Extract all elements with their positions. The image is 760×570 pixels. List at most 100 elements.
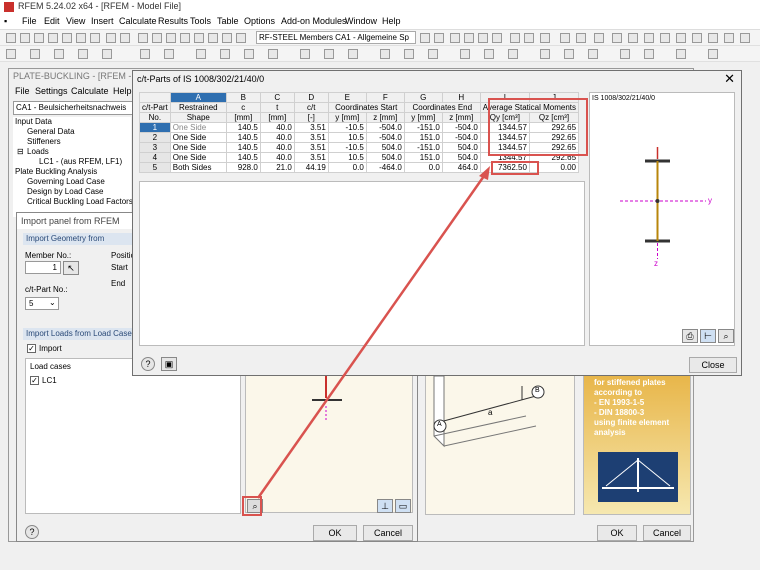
save-icon[interactable] — [34, 33, 44, 43]
wire-icon[interactable] — [524, 33, 534, 43]
cell-shape[interactable]: One Side — [169, 122, 227, 133]
render-icon[interactable] — [510, 33, 520, 43]
graphic-axes-icon[interactable]: ⊢ — [700, 329, 716, 343]
mirror-icon[interactable] — [380, 49, 390, 59]
results-icon[interactable] — [208, 33, 218, 43]
module-combo[interactable]: RF-STEEL Members CA1 - Allgemeine Sp — [256, 31, 416, 44]
row-number[interactable]: 2 — [139, 132, 171, 143]
nav-critical-buckling-load-factors[interactable]: Critical Buckling Load Factors — [27, 197, 133, 206]
menu-add-on-modules[interactable]: Add-on Modules — [281, 16, 347, 26]
measure-icon[interactable] — [460, 49, 470, 59]
select-icon[interactable] — [152, 33, 162, 43]
display-icon[interactable] — [464, 33, 474, 43]
support-tool-icon[interactable] — [78, 49, 88, 59]
cell-shape[interactable]: One Side — [169, 152, 227, 163]
filter-icon[interactable] — [492, 33, 502, 43]
mesh-icon[interactable] — [324, 49, 334, 59]
line-tool-icon[interactable] — [30, 49, 40, 59]
section-icon[interactable] — [540, 33, 550, 43]
nav-plate-buckling-analysis[interactable]: Plate Buckling Analysis — [15, 167, 97, 176]
copy-move-icon[interactable] — [404, 49, 414, 59]
redo-icon[interactable] — [120, 33, 130, 43]
line-icon[interactable] — [644, 33, 654, 43]
solid-icon[interactable] — [244, 49, 254, 59]
dimension-icon[interactable] — [140, 49, 150, 59]
pb-menu-help[interactable]: Help — [113, 86, 132, 96]
imp-cancel-button[interactable]: Cancel — [363, 525, 413, 541]
menu-options[interactable]: Options — [244, 16, 275, 26]
load-tool-icon[interactable] — [196, 49, 206, 59]
menu-insert[interactable]: Insert — [91, 16, 114, 26]
rotate-icon[interactable] — [194, 33, 204, 43]
imp-ok-button[interactable]: OK — [313, 525, 357, 541]
cell-shape[interactable]: One Side — [169, 142, 227, 153]
load-icon[interactable] — [708, 33, 718, 43]
pb-ok-button[interactable]: OK — [597, 525, 637, 541]
cell-shape[interactable]: Both Sides — [169, 162, 227, 173]
cell-shape[interactable]: One Side — [169, 132, 227, 143]
cut-icon[interactable] — [62, 33, 72, 43]
menu-file[interactable]: File — [22, 16, 37, 26]
opening-icon[interactable] — [268, 49, 278, 59]
nav-expander-icon[interactable]: ⊟ — [17, 147, 24, 156]
menu-edit[interactable]: Edit — [44, 16, 60, 26]
menu-calculate[interactable]: Calculate — [119, 16, 157, 26]
prev-icon[interactable] — [420, 33, 430, 43]
menu-help[interactable]: Help — [382, 16, 401, 26]
nav-general-data[interactable]: General Data — [27, 127, 75, 136]
pb-menu-calculate[interactable]: Calculate — [71, 86, 109, 96]
pb-menu-file[interactable]: File — [15, 86, 30, 96]
ct-help-icon[interactable]: ? — [141, 357, 155, 371]
zoom-icon[interactable] — [166, 33, 176, 43]
row-number[interactable]: 1 — [139, 122, 171, 133]
ct-export-icon[interactable]: ▣ — [161, 357, 177, 371]
pb-cancel-button[interactable]: Cancel — [643, 525, 691, 541]
nav-design-by-load-case[interactable]: Design by Load Case — [27, 187, 104, 196]
export-icon[interactable] — [620, 49, 630, 59]
print-icon[interactable] — [48, 33, 58, 43]
set-icon[interactable] — [300, 49, 310, 59]
delete-icon[interactable] — [724, 33, 734, 43]
close-icon[interactable]: ✕ — [724, 71, 735, 87]
menu-table[interactable]: Table — [217, 16, 239, 26]
nav-input-data[interactable]: Input Data — [15, 117, 52, 126]
row-number[interactable]: 5 — [139, 162, 171, 173]
divide-icon[interactable] — [428, 49, 438, 59]
hinge-icon[interactable] — [692, 33, 702, 43]
undo-icon[interactable] — [106, 33, 116, 43]
lc1-checkbox[interactable]: ✓ — [30, 376, 39, 385]
settings-icon[interactable] — [676, 49, 686, 59]
menu-view[interactable]: View — [66, 16, 85, 26]
hinge-tool-icon[interactable] — [102, 49, 112, 59]
member-tool-icon[interactable] — [54, 49, 64, 59]
member-icon[interactable] — [612, 33, 622, 43]
visibility-icon[interactable] — [564, 49, 574, 59]
move-icon[interactable] — [594, 33, 604, 43]
member-no-input[interactable]: 1 — [25, 261, 61, 274]
paste-icon[interactable] — [90, 33, 100, 43]
surface-icon[interactable] — [660, 33, 670, 43]
section-view-icon[interactable]: ⊥ — [377, 499, 393, 513]
label-icon[interactable] — [508, 49, 518, 59]
import-icon[interactable] — [644, 49, 654, 59]
cursor-icon[interactable] — [138, 33, 148, 43]
snap-icon[interactable] — [576, 33, 586, 43]
nav-governing-load-case[interactable]: Governing Load Case — [27, 177, 105, 186]
copy-icon[interactable] — [76, 33, 86, 43]
layer-icon[interactable] — [540, 49, 550, 59]
pan-icon[interactable] — [180, 33, 190, 43]
color-icon[interactable] — [484, 49, 494, 59]
ct-part-dropdown-icon[interactable]: ⌄ — [49, 298, 56, 307]
calc-icon[interactable] — [222, 33, 232, 43]
row-number[interactable]: 3 — [139, 142, 171, 153]
check-icon[interactable] — [348, 49, 358, 59]
support-icon[interactable] — [676, 33, 686, 43]
menu-tools[interactable]: Tools — [190, 16, 211, 26]
case-combo[interactable]: CA1 - Beulsicherheitsnachweis — [13, 101, 139, 115]
pick-member-icon[interactable]: ↖ — [63, 261, 79, 275]
help-icon[interactable] — [708, 49, 718, 59]
view-icon[interactable] — [450, 33, 460, 43]
menu-window[interactable]: Window — [345, 16, 377, 26]
area-icon[interactable] — [220, 49, 230, 59]
nav-lc1[interactable]: LC1 - (aus RFEM, LF1) — [39, 157, 122, 166]
